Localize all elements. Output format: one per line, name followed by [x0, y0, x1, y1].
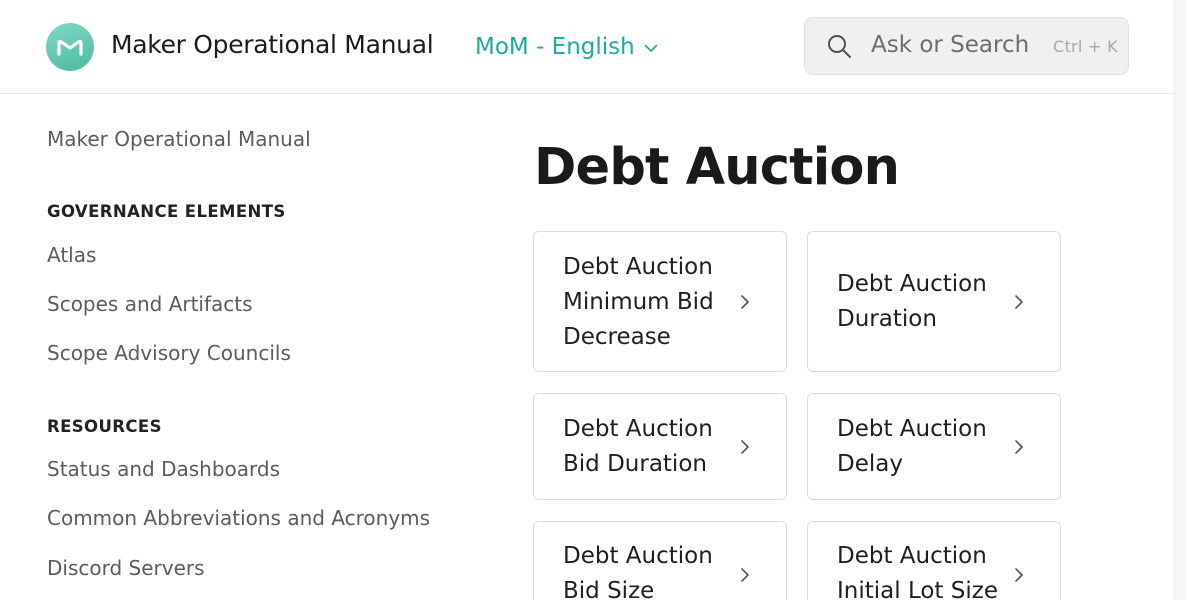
card-label: Debt Auction Bid Duration [563, 416, 713, 477]
chevron-right-icon [1015, 440, 1023, 454]
sidebar-item-maker-operational-manual[interactable]: Maker Operational Manual [47, 127, 311, 151]
chevron-down-icon [644, 44, 658, 52]
card-debt-auction-delay[interactable]: Debt Auction Delay [807, 393, 1061, 500]
site-title[interactable]: Maker Operational Manual [111, 30, 434, 59]
space-switcher[interactable]: MoM - English [475, 31, 658, 63]
search-shortcut-hint: Ctrl + K [1053, 37, 1118, 56]
chevron-right-icon [741, 568, 749, 582]
maker-logo-icon[interactable] [46, 23, 94, 71]
sidebar-item-atlas[interactable]: Atlas [47, 243, 96, 267]
space-switcher-label: MoM - English [475, 34, 635, 60]
search-icon [828, 35, 851, 58]
top-header: Maker Operational Manual MoM - English A… [0, 0, 1174, 94]
card-debt-auction-duration[interactable]: Debt Auction Duration [807, 231, 1061, 372]
sidebar-section-resources: RESOURCES [47, 417, 162, 436]
chevron-right-icon [1015, 568, 1023, 582]
sidebar-item-status-and-dashboards[interactable]: Status and Dashboards [47, 457, 280, 481]
card-label: Debt Auction Initial Lot Size [837, 543, 998, 600]
chevron-right-icon [741, 295, 749, 309]
chevron-right-icon [1015, 295, 1023, 309]
card-label: Debt Auction Minimum Bid Decrease [563, 254, 714, 350]
card-label: Debt Auction Delay [837, 416, 987, 477]
card-debt-auction-bid-size[interactable]: Debt Auction Bid Size [533, 521, 787, 600]
page-scrollbar[interactable] [1174, 0, 1186, 600]
sidebar: Maker Operational Manual GOVERNANCE ELEM… [0, 95, 470, 600]
search-placeholder: Ask or Search [871, 32, 1030, 58]
sidebar-item-discord-servers[interactable]: Discord Servers [47, 556, 205, 580]
chevron-right-icon [741, 440, 749, 454]
card-label: Debt Auction Bid Size [563, 543, 713, 600]
sidebar-item-scopes-and-artifacts[interactable]: Scopes and Artifacts [47, 292, 253, 316]
card-label: Debt Auction Duration [837, 271, 987, 332]
page: Maker Operational Manual MoM - English A… [0, 0, 1186, 600]
sidebar-item-common-abbreviations[interactable]: Common Abbreviations and Acronyms [47, 506, 430, 530]
sidebar-item-scope-advisory-councils[interactable]: Scope Advisory Councils [47, 341, 291, 365]
search-box[interactable]: Ask or Search Ctrl + K [804, 17, 1129, 75]
sidebar-section-governance-elements: GOVERNANCE ELEMENTS [47, 202, 286, 221]
card-debt-auction-initial-lot-size[interactable]: Debt Auction Initial Lot Size [807, 521, 1061, 600]
card-debt-auction-bid-duration[interactable]: Debt Auction Bid Duration [533, 393, 787, 500]
card-debt-auction-minimum-bid-decrease[interactable]: Debt Auction Minimum Bid Decrease [533, 231, 787, 372]
page-title: Debt Auction [534, 138, 900, 197]
